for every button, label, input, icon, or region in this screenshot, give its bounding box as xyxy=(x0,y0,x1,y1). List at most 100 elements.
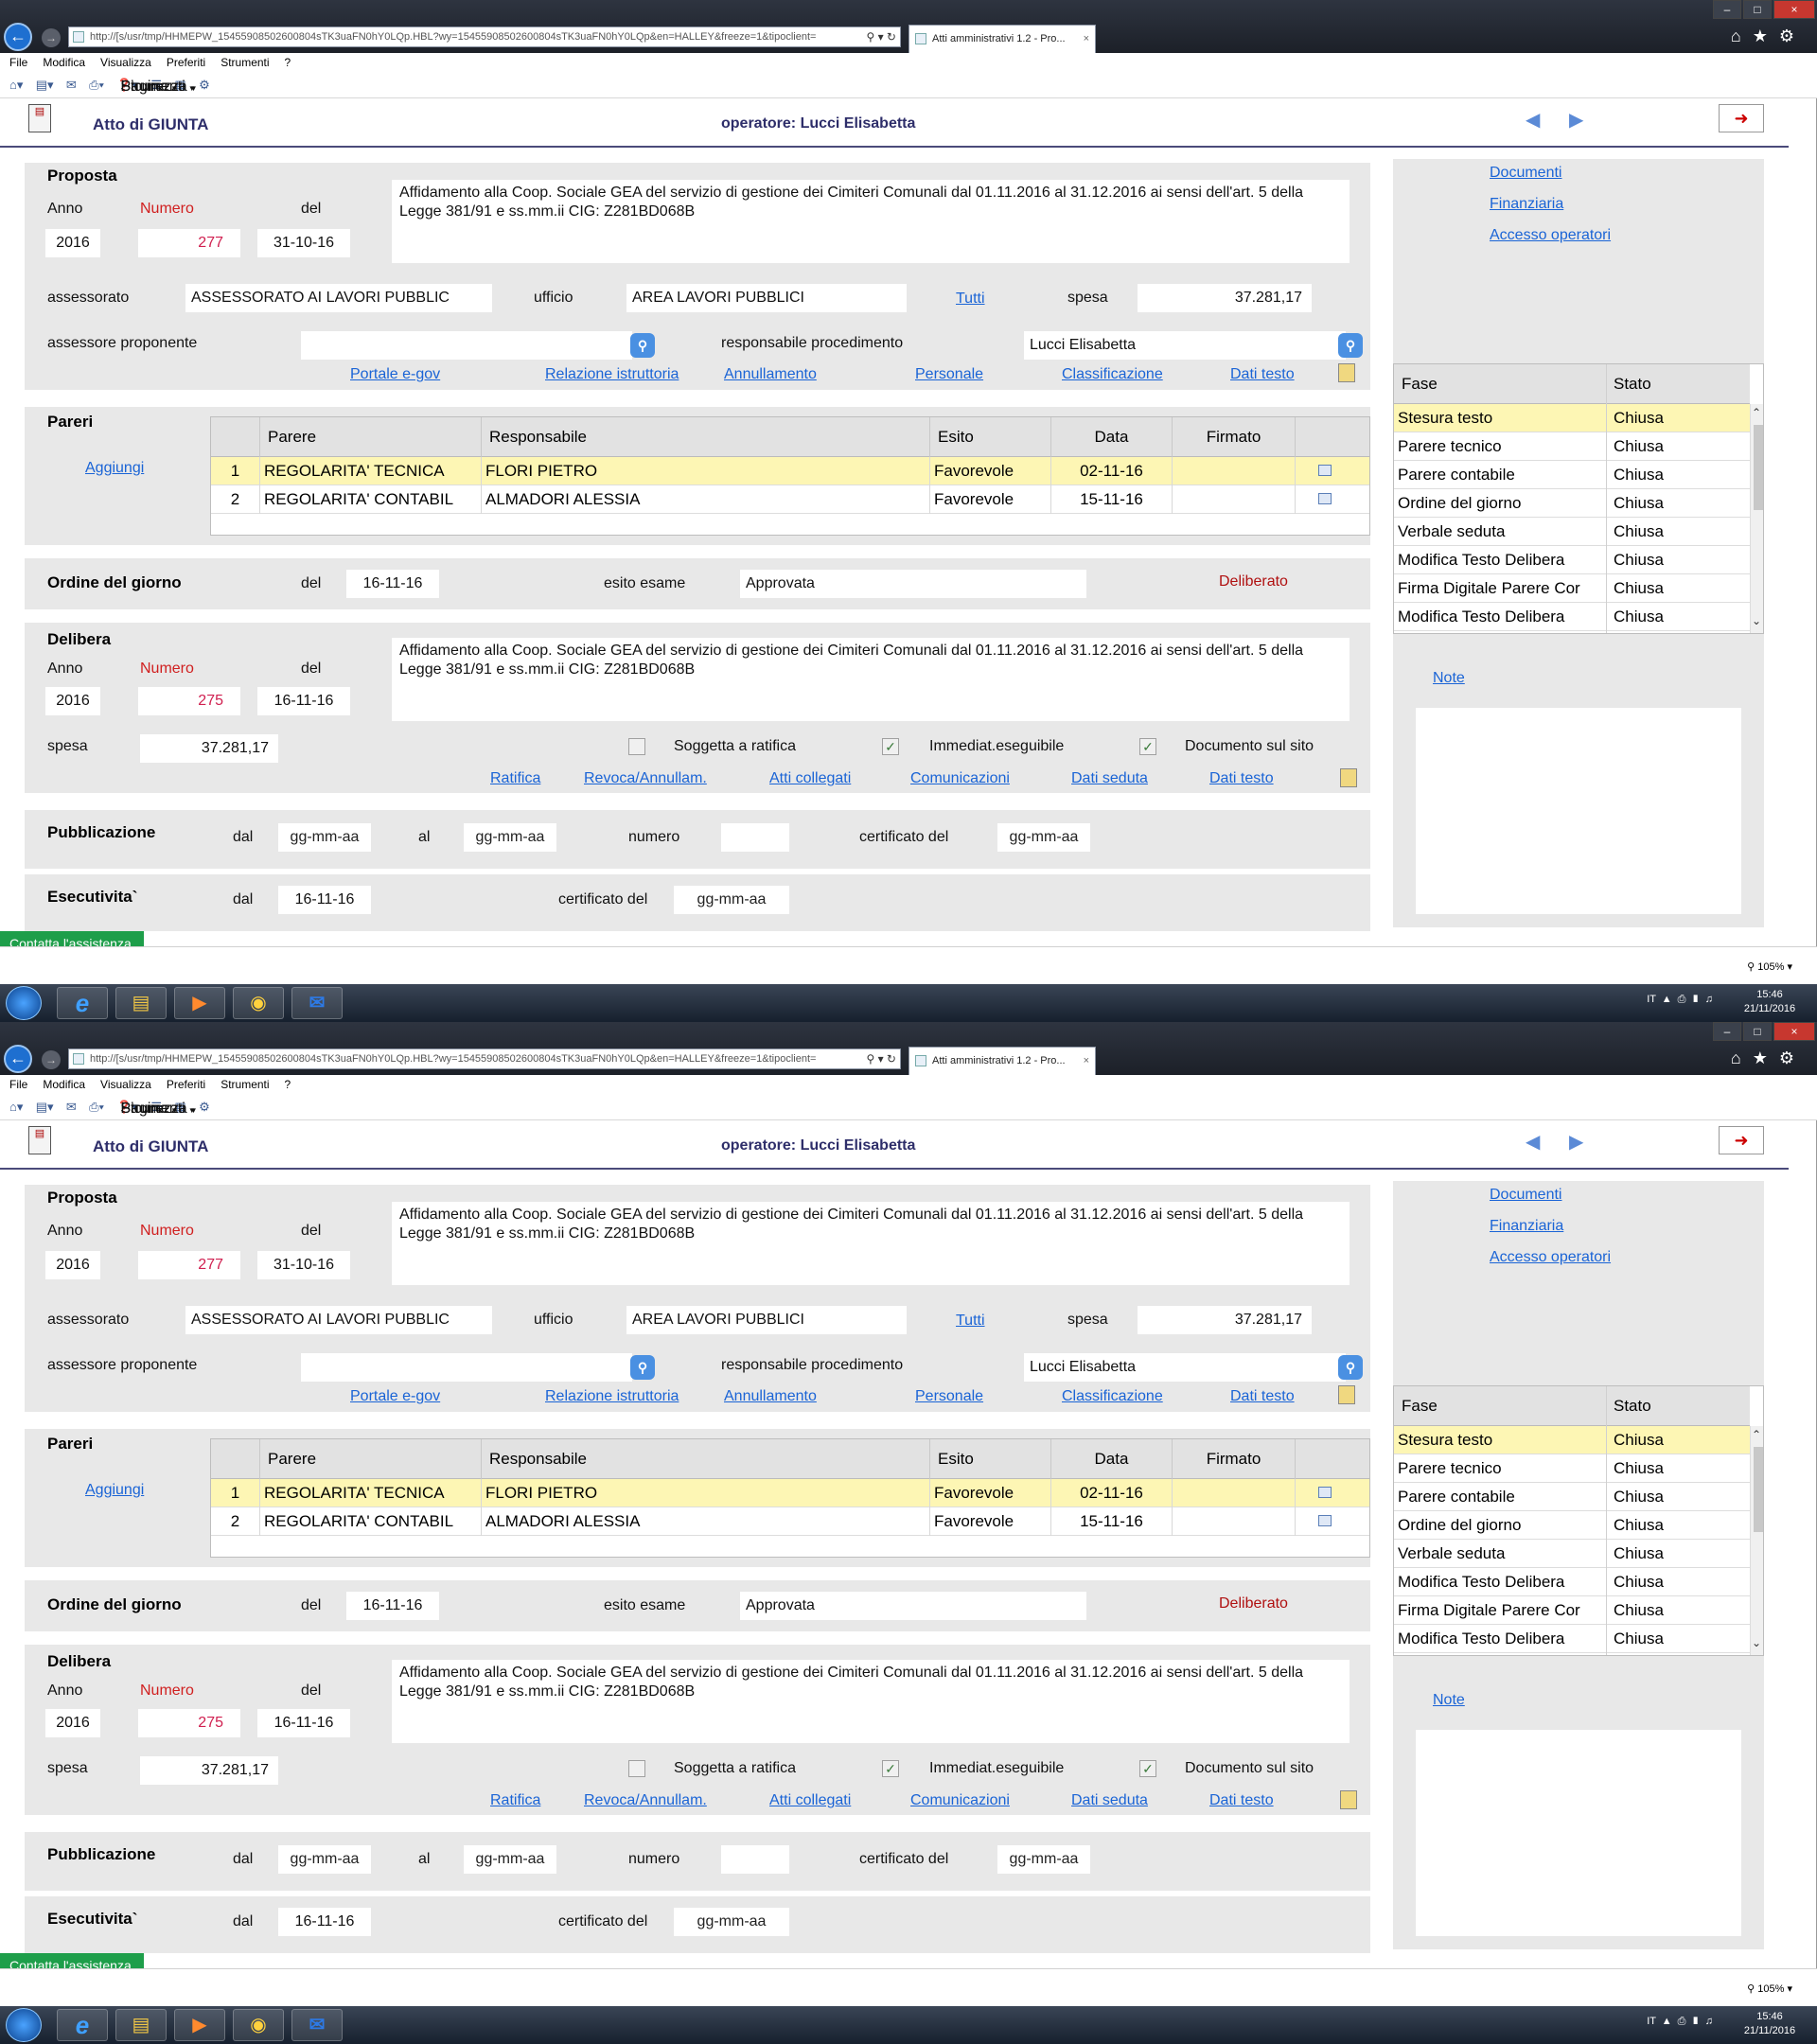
media-player-icon[interactable]: ▶ xyxy=(174,2009,225,2041)
col-stato[interactable]: Stato xyxy=(1614,364,1651,404)
scroll-down-icon[interactable]: ⌄ xyxy=(1752,614,1761,627)
feeds-icon[interactable]: ▤▾ xyxy=(36,78,54,93)
close-window-button[interactable]: × xyxy=(1773,1022,1815,1041)
list-item[interactable]: Modifica Testo Delibera Chiusa xyxy=(1394,546,1750,574)
menu-visualizza[interactable]: Visualizza xyxy=(91,1075,157,1091)
delibera-del-field[interactable]: 16-11-16 xyxy=(257,687,350,715)
ordine-del-field[interactable]: 16-11-16 xyxy=(346,1592,439,1620)
proposta-numero-field[interactable]: 277 xyxy=(138,229,240,257)
dati-testo-link[interactable]: Dati testo xyxy=(1230,366,1295,383)
annullamento-link[interactable]: Annullamento xyxy=(724,366,817,383)
menu-modifica[interactable]: Modifica xyxy=(33,1075,91,1091)
col-data[interactable]: Data xyxy=(1051,417,1173,457)
notes-textarea[interactable] xyxy=(1416,1730,1741,1936)
tab-close-icon[interactable]: × xyxy=(1084,26,1089,52)
list-item[interactable]: Stesura testo Chiusa xyxy=(1394,404,1750,432)
menu-preferiti[interactable]: Preferiti xyxy=(157,1075,211,1091)
forward-arrow-icon[interactable]: → xyxy=(42,1050,61,1069)
atti-collegati-link[interactable]: Atti collegati xyxy=(769,770,851,787)
menu-modifica[interactable]: Modifica xyxy=(33,53,91,69)
tools-menu[interactable]: Strumenti ▼ xyxy=(120,1101,195,1118)
previous-arrow-icon[interactable]: ◀ xyxy=(1526,108,1540,132)
delibera-del-field[interactable]: 16-11-16 xyxy=(257,1709,350,1737)
settings-icon[interactable]: ⚙ xyxy=(199,1100,210,1115)
col-responsabile[interactable]: Responsabile xyxy=(482,417,930,457)
exit-button[interactable]: ➜ xyxy=(1719,1126,1764,1154)
address-tools-icon[interactable]: ⚲ ▾ ↻ xyxy=(866,27,896,46)
proposta-anno-field[interactable]: 2016 xyxy=(45,229,100,257)
internet-explorer-icon[interactable]: e xyxy=(57,987,108,1019)
delibera-oggetto-textarea[interactable]: Affidamento alla Coop. Sociale GEA del s… xyxy=(392,638,1350,721)
pubblicazione-al-field[interactable]: gg-mm-aa xyxy=(464,1845,556,1874)
calendar-icon[interactable] xyxy=(1318,493,1332,504)
minimize-button[interactable]: – xyxy=(1713,0,1741,19)
esecutivita-dal-field[interactable]: 16-11-16 xyxy=(278,886,371,914)
table-row[interactable]: 1 REGOLARITA' TECNICA FLORI PIETRO Favor… xyxy=(211,457,1369,485)
ratifica-link[interactable]: Ratifica xyxy=(490,1792,540,1809)
assessore-proponente-field[interactable] xyxy=(301,331,632,360)
assessorato-field[interactable]: ASSESSORATO AI LAVORI PUBBLIC xyxy=(185,284,492,312)
list-item[interactable]: Ordine del giorno Chiusa xyxy=(1394,489,1750,518)
col-esito[interactable]: Esito xyxy=(930,417,1051,457)
portale-egov-link[interactable]: Portale e-gov xyxy=(350,366,440,383)
col-stato[interactable]: Stato xyxy=(1614,1386,1651,1426)
delibera-numero-field[interactable]: 275 xyxy=(138,1709,240,1737)
proposta-numero-field[interactable]: 277 xyxy=(138,1251,240,1279)
menu-file[interactable]: File xyxy=(0,53,33,69)
scroll-thumb[interactable] xyxy=(1754,1447,1763,1532)
menu-strumenti[interactable]: Strumenti xyxy=(211,1075,274,1091)
proposta-del-field[interactable]: 31-10-16 xyxy=(257,229,350,257)
scroll-thumb[interactable] xyxy=(1754,425,1763,510)
esito-esame-field[interactable]: Approvata xyxy=(740,1592,1086,1620)
note-link[interactable]: Note xyxy=(1433,1692,1465,1709)
ufficio-field[interactable]: AREA LAVORI PUBBLICI xyxy=(626,284,907,312)
back-arrow-icon[interactable]: ← xyxy=(4,23,32,51)
browser-home-favorites-settings-icons[interactable]: ⌂★⚙ xyxy=(1731,1048,1806,1068)
file-explorer-icon[interactable]: ▤ xyxy=(115,2009,167,2041)
documento-sito-checkbox[interactable]: ✓ xyxy=(1139,1760,1156,1777)
comunicazioni-link[interactable]: Comunicazioni xyxy=(910,770,1010,787)
table-row[interactable]: 1 REGOLARITA' TECNICA FLORI PIETRO Favor… xyxy=(211,1479,1369,1507)
immediat-eseguibile-checkbox[interactable]: ✓ xyxy=(882,738,899,755)
pubblicazione-certificato-field[interactable]: gg-mm-aa xyxy=(997,1845,1090,1874)
browser-tab[interactable]: Atti amministrativi 1.2 - Pro... × xyxy=(908,25,1096,53)
address-tools-icon[interactable]: ⚲ ▾ ↻ xyxy=(866,1049,896,1068)
list-item[interactable]: Modifica Testo Delibera Chiusa xyxy=(1394,1625,1750,1653)
address-bar[interactable]: http://[s/usr/tmp/HHMEPW_154559085026008… xyxy=(68,26,901,47)
list-item[interactable]: Ordine del giorno Chiusa xyxy=(1394,1511,1750,1540)
proposta-spesa-field[interactable]: 37.281,17 xyxy=(1138,1306,1312,1334)
search-icon[interactable]: ⚲ xyxy=(630,1355,655,1380)
search-icon[interactable]: ⚲ xyxy=(630,333,655,358)
minimize-button[interactable]: – xyxy=(1713,1022,1741,1041)
col-firmato[interactable]: Firmato xyxy=(1173,1439,1296,1479)
list-item[interactable]: Firma Digitale Parere Cor Chiusa xyxy=(1394,574,1750,603)
col-responsabile[interactable]: Responsabile xyxy=(482,1439,930,1479)
finanziaria-link[interactable]: Finanziaria xyxy=(1490,1218,1563,1235)
dati-testo-link[interactable]: Dati testo xyxy=(1209,770,1274,787)
proposta-spesa-field[interactable]: 37.281,17 xyxy=(1138,284,1312,312)
search-icon[interactable]: ⚲ xyxy=(1338,333,1363,358)
col-data[interactable]: Data xyxy=(1051,1439,1173,1479)
documento-sito-checkbox[interactable]: ✓ xyxy=(1139,738,1156,755)
scroll-up-icon[interactable]: ⌃ xyxy=(1752,406,1761,419)
delibera-anno-field[interactable]: 2016 xyxy=(45,687,100,715)
media-player-icon[interactable]: ▶ xyxy=(174,987,225,1019)
fasi-scrollbar[interactable]: ⌃ ⌄ xyxy=(1750,1426,1763,1655)
list-item[interactable]: Stesura testo Chiusa xyxy=(1394,1426,1750,1454)
tray-icons[interactable]: ▲⎙▮♫ xyxy=(1662,994,1719,1006)
ufficio-field[interactable]: AREA LAVORI PUBBLICI xyxy=(626,1306,907,1334)
accesso-operatori-link[interactable]: Accesso operatori xyxy=(1490,1249,1611,1266)
delibera-spesa-field[interactable]: 37.281,17 xyxy=(140,1756,278,1785)
relazione-istruttoria-link[interactable]: Relazione istruttoria xyxy=(545,366,679,383)
list-item[interactable]: Verbale seduta Chiusa xyxy=(1394,1540,1750,1568)
start-button[interactable] xyxy=(6,986,42,1020)
list-item[interactable]: Parere contabile Chiusa xyxy=(1394,461,1750,489)
relazione-istruttoria-link[interactable]: Relazione istruttoria xyxy=(545,1388,679,1405)
pubblicazione-numero-field[interactable] xyxy=(721,823,789,852)
menu-preferiti[interactable]: Preferiti xyxy=(157,53,211,69)
revoca-annullam-link[interactable]: Revoca/Annullam. xyxy=(584,1792,707,1809)
calendar-icon[interactable] xyxy=(1318,1515,1332,1526)
col-fase[interactable]: Fase xyxy=(1402,364,1438,404)
next-arrow-icon[interactable]: ▶ xyxy=(1569,1130,1583,1154)
comunicazioni-link[interactable]: Comunicazioni xyxy=(910,1792,1010,1809)
